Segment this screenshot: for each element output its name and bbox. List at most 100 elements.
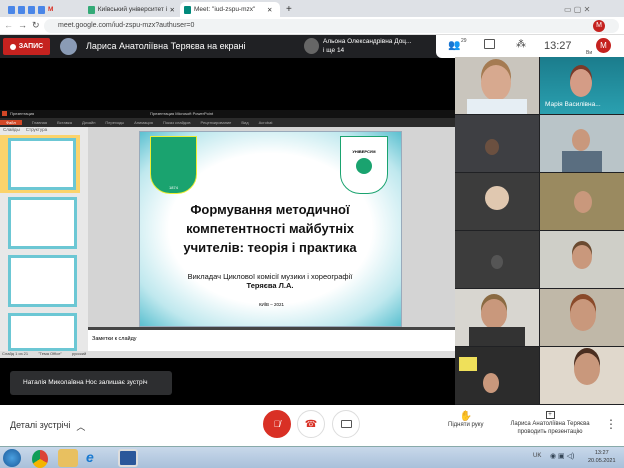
ribbon-tabs: Файл Главная Вставка Дизайн Переходы Ани… [0,118,455,127]
clock-date: 20.05.2021 [588,458,616,464]
notification-text: Наталія Миколаївна Нос залишає зустріч [23,379,148,386]
ribbon-tab[interactable]: Анимация [134,120,153,125]
address-bar-row: ← → ↻ meet.google.com/iud-zspu-mzx?authu… [0,17,624,35]
explorer-icon[interactable] [58,449,78,467]
logo-year: 1874 [169,185,178,190]
details-label: Деталі зустрічі [10,420,71,430]
docs-icon [8,5,15,14]
language-indicator[interactable]: UK [533,453,541,459]
hang-up-button[interactable]: ☎ [297,410,325,438]
hang-up-icon: ☎ [304,418,318,430]
close-tab-icon[interactable]: ✕ [170,6,175,14]
powerpoint-window: Презентация Презентация Microsoft PowerP… [0,110,455,358]
pinned-tabs[interactable]: M [4,2,57,17]
present-icon: + [545,411,555,419]
raise-hand-button[interactable]: ✋ Підняти руку [448,411,483,428]
ppt-status-bar: Слайд 1 из 21 "Тема Office" русский [0,351,455,358]
docs-icon [38,5,45,14]
camera-button[interactable] [332,410,360,438]
speaker-more: і ще 14 [323,47,345,54]
participant-tile[interactable] [540,115,624,172]
participant-tile[interactable] [455,115,539,172]
new-tab-button[interactable]: + [282,2,296,17]
ie-icon[interactable]: e [86,449,106,467]
recording-badge[interactable]: ЗАПИС [3,38,50,55]
participant-grid: Марія Василівна... [455,57,624,405]
start-button[interactable] [3,449,21,467]
url-input[interactable]: meet.google.com/iud-zspu-mzx?authuser=0 [44,19,619,33]
ribbon-tab[interactable]: Acrobat [259,120,273,125]
browser-tab-bar: M Київський університет імені Бор✕ Meet:… [0,0,624,17]
status-slide: Слайд 1 из 21 [2,351,29,356]
ribbon-tab[interactable]: Файл [0,120,22,125]
participant-name: Марія Василівна... [545,101,601,108]
presentation-button[interactable]: + Лариса Анатоліївна Теряєва проводить пр… [505,411,595,436]
leave-notification: Наталія Миколаївна Нос залишає зустріч [10,371,172,395]
participant-tile[interactable] [540,289,624,346]
profile-avatar[interactable]: M [593,20,605,32]
self-avatar[interactable]: M [596,38,611,53]
slides-panel: Слайды Структура [0,127,88,351]
slide-thumb[interactable] [8,197,77,249]
meet-header: ЗАПИС Лариса Анатоліївна Теряєва на екра… [0,35,624,58]
mic-off-icon: 🎙̸ [273,419,281,429]
slide-thumb[interactable] [8,255,77,307]
tab-university[interactable]: Київський університет імені Бор✕ [84,2,179,17]
reload-icon[interactable]: ↻ [32,20,40,31]
system-clock[interactable]: 13:27 20.05.2021 [588,449,616,465]
mic-off-button[interactable]: 🎙̸ [263,410,291,438]
camera-icon [340,420,352,428]
participant-tile[interactable] [455,57,539,114]
participant-tile[interactable] [540,231,624,288]
speaker-name: Альона Олександрівна Доц... [323,38,412,45]
subtitle-text: Викладач Циклової комісії музики і хорео… [187,272,353,281]
ribbon-tab[interactable]: Дизайн [82,120,95,125]
participant-tile[interactable] [540,173,624,230]
ribbon-tab[interactable]: Переходы [105,120,124,125]
tab-slides[interactable]: Слайды [3,127,20,135]
participant-tile[interactable]: Марія Василівна... [540,57,624,114]
chrome-icon[interactable] [32,450,48,468]
self-label: Ви [586,50,593,56]
meet-controls-panel: 👥 29 ⁂ 13:27 M Ви [436,35,624,58]
forward-icon[interactable]: → [18,20,27,30]
chevron-up-icon: ︿ [76,422,86,432]
record-dot-icon [9,43,16,50]
hand-icon: ✋ [459,411,472,422]
chat-icon[interactable] [484,39,495,49]
logo-text: УНІВЕРСУМ [352,149,376,154]
raise-hand-label: Підняти руку [448,422,484,428]
tab-meet[interactable]: Meet: "iud-zspu-mzx" ✕ [180,2,280,17]
slide-thumb[interactable] [8,313,77,351]
participant-tile[interactable] [455,173,539,230]
back-icon[interactable]: ← [4,20,13,30]
window-controls[interactable]: ▭ ▢ ✕ [560,2,594,17]
meeting-details-button[interactable]: Деталі зустрічі ︿ [10,420,85,433]
presenter-avatar [60,38,77,55]
tray-icons[interactable]: ◉ ▣ ◁) [550,452,574,460]
windows-taskbar: e UK ◉ ▣ ◁) 13:27 20.05.2021 [0,446,624,468]
ribbon-tab[interactable]: Главная [32,120,47,125]
participant-tile[interactable] [455,231,539,288]
more-options-icon[interactable]: ⋮ [605,417,617,431]
tab-outline[interactable]: Структура [26,127,47,135]
slide[interactable]: 1874 УНІВЕРСУМ Формування методичної ком… [139,131,402,327]
ribbon-tab[interactable]: Показ слайдов [163,120,191,125]
presenter-text: Лариса Анатоліївна Теряєва на екрані [86,41,246,51]
slide-canvas: 1874 УНІВЕРСУМ Формування методичної ком… [88,127,455,327]
notes-pane[interactable]: Заметки к слайду [88,330,455,351]
participant-tile[interactable] [540,347,624,404]
close-tab-icon[interactable]: ✕ [267,6,272,14]
people-icon[interactable]: 👥 [448,40,460,51]
ribbon-tab[interactable]: Вид [241,120,248,125]
ribbon-tab[interactable]: Рецензирование [201,120,232,125]
participant-tile[interactable] [455,289,539,346]
clock-time: 13:27 [594,450,609,456]
gmail-icon: M [48,6,54,13]
ribbon-tab[interactable]: Вставка [57,120,72,125]
slide-thumb-selected[interactable] [0,135,80,193]
activities-icon[interactable]: ⁂ [516,39,526,50]
docs-icon [28,5,35,14]
word-icon[interactable] [118,449,138,467]
participant-tile[interactable] [455,347,539,404]
